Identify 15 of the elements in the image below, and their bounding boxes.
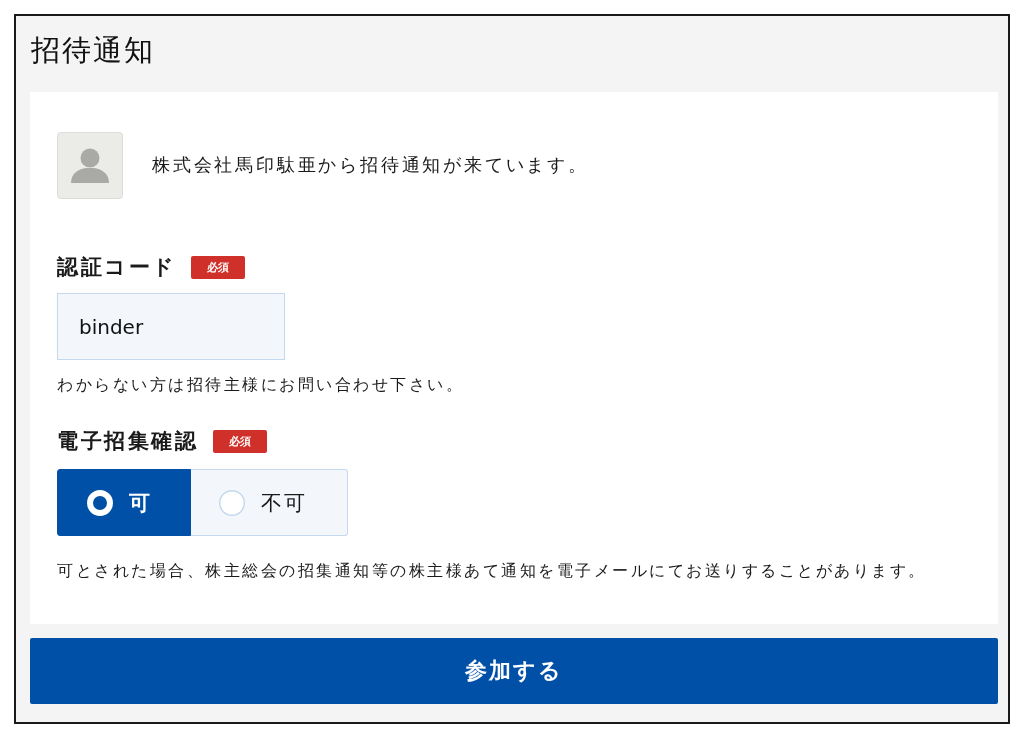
radio-option[interactable]: 不可 xyxy=(191,469,348,536)
person-icon xyxy=(57,132,123,199)
help-text: わからない方は招待主様にお問い合わせ下さい。 xyxy=(57,374,465,396)
invitation-message: 株式会社馬印駄亜から招待通知が来ています。 xyxy=(152,152,589,177)
code-input-field[interactable]: binder xyxy=(57,293,285,360)
join-button[interactable]: 参加する xyxy=(30,638,998,704)
required-badge: 必須 xyxy=(212,429,267,453)
radio-icon xyxy=(87,489,113,516)
help-text: 可とされた場合、株主総会の招集通知等の株主様あて通知を電子メールにてお送りすることがあります。 xyxy=(57,560,928,582)
field-label: 電子招集確認 xyxy=(57,428,199,454)
field-label: 認証コード xyxy=(57,254,177,280)
dialog-title: 招待通知 xyxy=(31,32,155,68)
radio-icon xyxy=(219,489,245,516)
required-badge: 必須 xyxy=(191,255,245,279)
radio-option[interactable]: 可 xyxy=(57,469,191,536)
